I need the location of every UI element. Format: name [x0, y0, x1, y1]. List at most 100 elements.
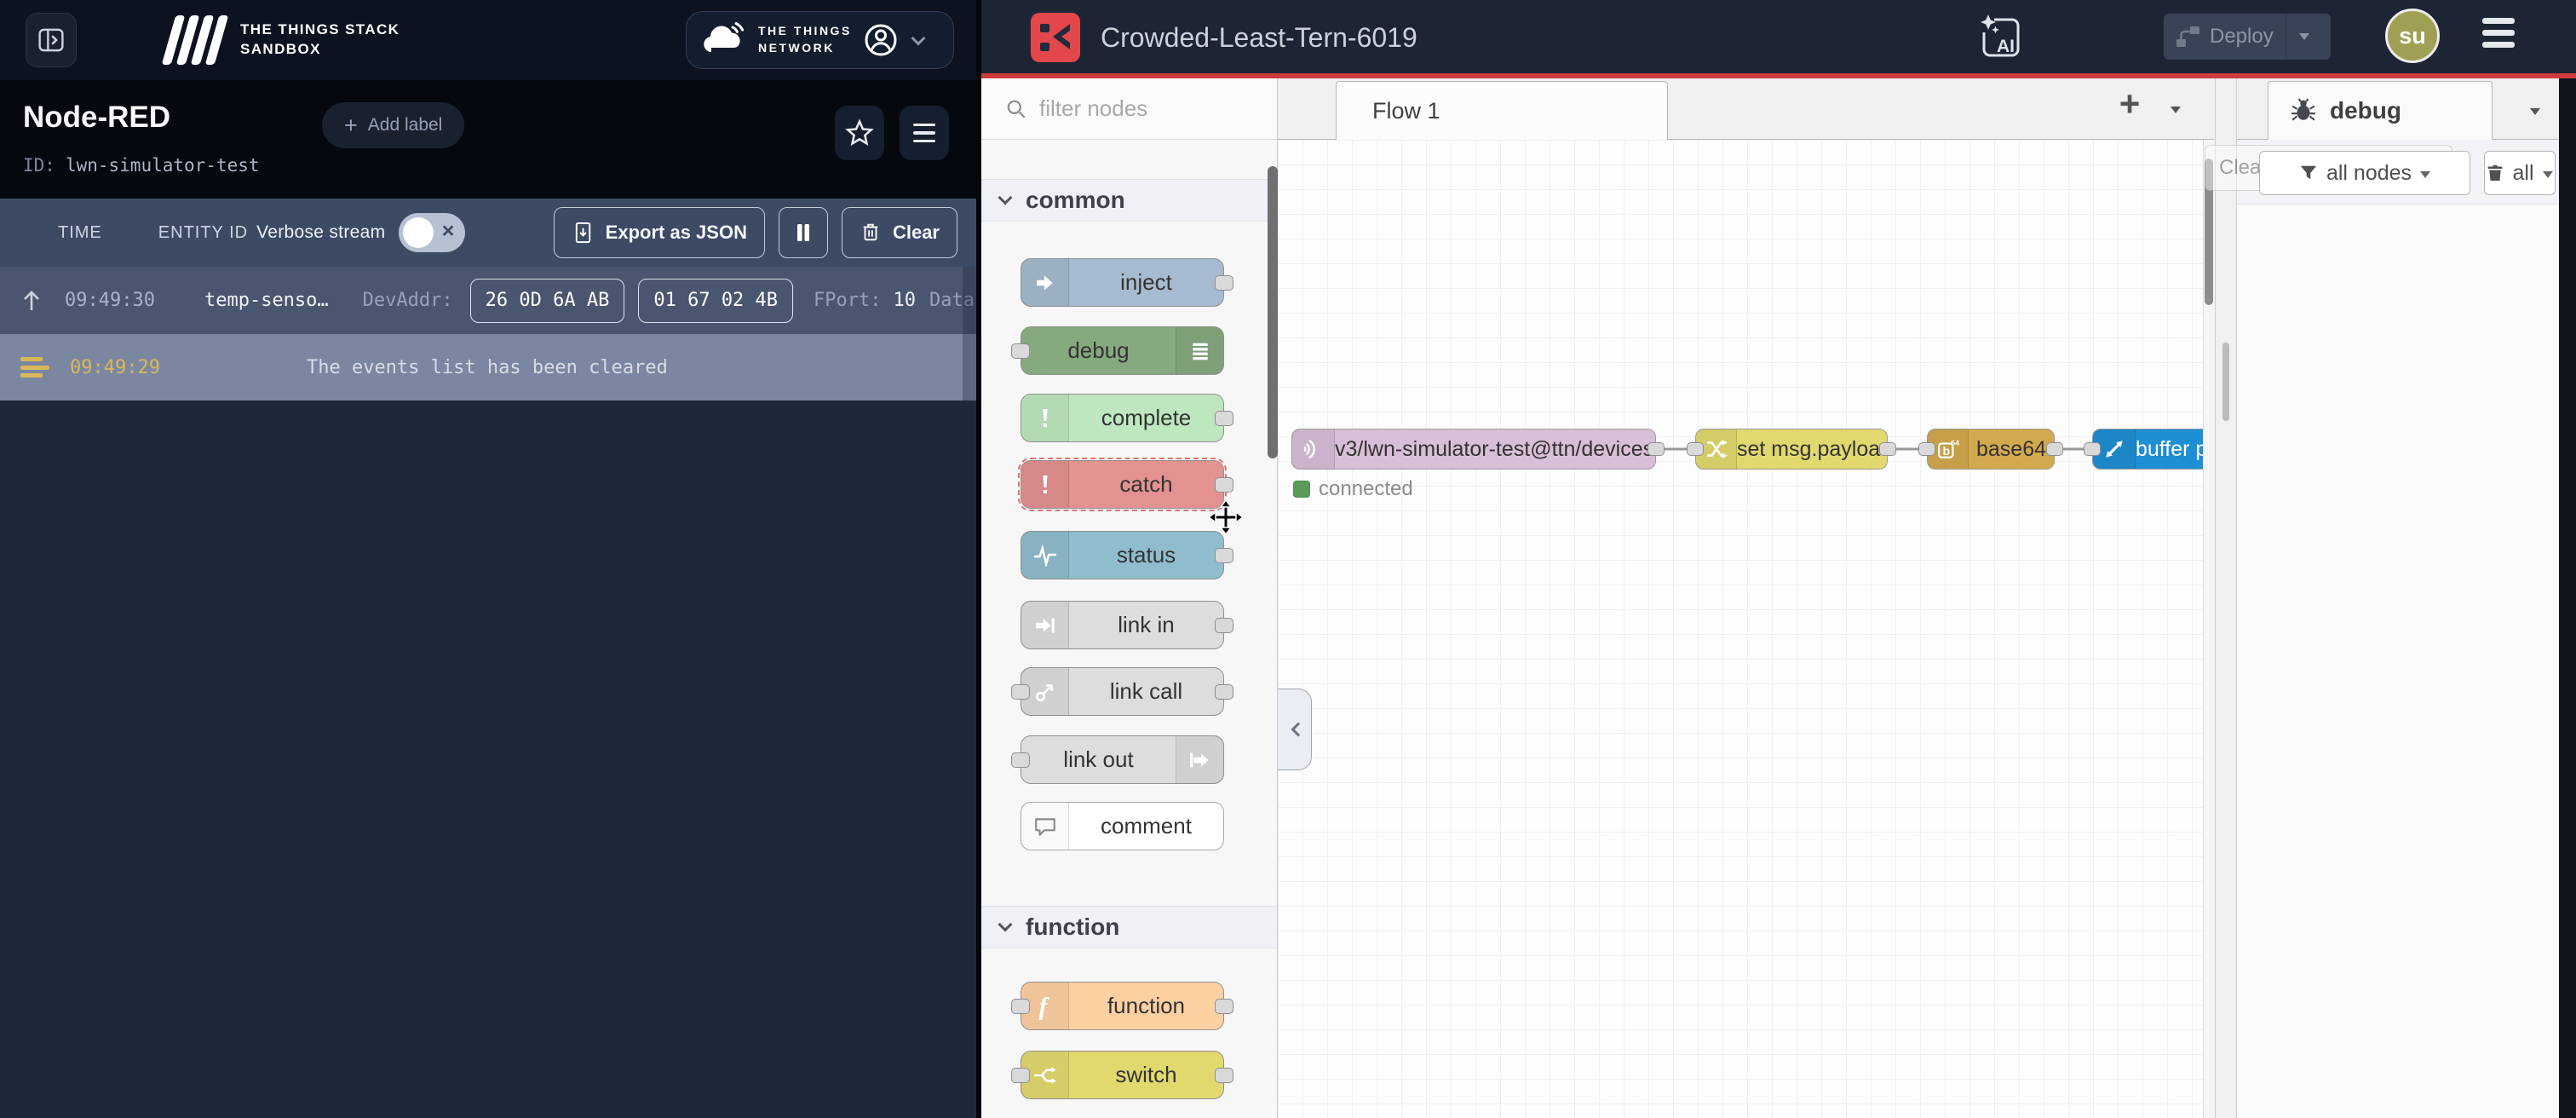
palette-scrollbar[interactable] — [1268, 166, 1278, 458]
devaddr-value[interactable]: 26 0D 6A AB — [470, 279, 625, 323]
tts-header: THE THINGS STACK SANDBOX THE THINGS NETW… — [0, 0, 976, 80]
debug-filter-button[interactable]: all nodes — [2259, 151, 2470, 195]
canvas-node-mqtt-in[interactable]: v3/lwn-simulator-test@ttn/devices/+/up — [1291, 429, 1656, 470]
fport-label: FPort: — [814, 290, 881, 311]
node-red-window: Crowded-Least-Tern-6019 AI Deploy s — [981, 0, 2576, 1118]
palette-node-catch[interactable]: catch — [1021, 460, 1224, 509]
node-red-header: Crowded-Least-Tern-6019 AI Deploy s — [981, 0, 2576, 73]
tab-flow-1[interactable]: Flow 1 — [1336, 81, 1668, 140]
output-port[interactable] — [1215, 1068, 1233, 1083]
ai-assistant-button[interactable]: AI — [1976, 14, 2026, 63]
output-port[interactable] — [2046, 442, 2063, 456]
output-port[interactable] — [1215, 548, 1233, 563]
network-switcher-button[interactable]: THE THINGS NETWORK — [686, 11, 954, 69]
bug-icon — [2291, 98, 2316, 124]
event-stream-toolbar: TIME ENTITY ID Verbose stream × Export a… — [0, 199, 976, 267]
input-port[interactable] — [1011, 1068, 1030, 1083]
caret-down-icon — [2543, 171, 2553, 178]
event-row-cleared[interactable]: 09:49:29 The events list has been cleare… — [0, 334, 976, 401]
canvas-scrollbar-track[interactable] — [2203, 140, 2215, 1118]
export-json-button[interactable]: Export as JSON — [554, 207, 765, 258]
clear-scope-label: all — [2512, 161, 2533, 186]
sidebar-resize-handle[interactable] — [2215, 78, 2237, 1118]
more-actions-button[interactable] — [900, 106, 949, 160]
palette-collapse-handle[interactable] — [1278, 689, 1312, 770]
palette-node-complete[interactable]: complete — [1021, 394, 1224, 442]
brand-line1: THE THINGS STACK — [240, 20, 400, 40]
network-line2: NETWORK — [758, 40, 852, 57]
search-icon — [1005, 98, 1027, 120]
main-menu-button[interactable] — [2482, 18, 2515, 48]
palette-node-link-out[interactable]: link out — [1021, 735, 1224, 784]
bookmark-button[interactable] — [835, 106, 884, 160]
verbose-stream-toggle[interactable]: × — [399, 213, 465, 252]
comment-icon — [1021, 803, 1069, 850]
input-port[interactable] — [1011, 752, 1030, 768]
trash-icon — [2487, 164, 2504, 182]
palette-node-debug[interactable]: debug — [1021, 326, 1224, 375]
palette-node-link-in[interactable]: link in — [1021, 601, 1224, 649]
debug-tab-label: debug — [2330, 97, 2401, 124]
input-port[interactable] — [1011, 684, 1030, 700]
deploy-button[interactable]: Deploy — [2164, 14, 2331, 60]
pause-icon — [792, 221, 814, 245]
svg-text:f: f — [1038, 993, 1049, 1020]
canvas-node-base64[interactable]: b 64 base64 — [1927, 429, 2055, 470]
input-port[interactable] — [1011, 343, 1030, 359]
palette-section-common[interactable]: common — [981, 179, 1277, 222]
debug-clear-button[interactable]: all — [2484, 151, 2556, 195]
resize-grip — [2222, 343, 2229, 421]
output-port[interactable] — [1215, 684, 1233, 700]
output-port[interactable] — [1215, 999, 1233, 1014]
event-row-uplink[interactable]: 09:49:30 temp-senso… DevAddr: 26 0D 6A A… — [0, 267, 976, 334]
event-list-scrollbar[interactable] — [963, 267, 976, 401]
add-label-text: Add label — [368, 115, 443, 135]
palette-node-function[interactable]: f function — [1021, 982, 1224, 1030]
panel-left-icon — [37, 26, 66, 55]
output-port[interactable] — [1647, 442, 1665, 456]
palette-node-inject[interactable]: inject — [1021, 258, 1224, 307]
link-in-icon — [1021, 602, 1069, 648]
event-entity: temp-senso… — [204, 290, 329, 311]
output-port[interactable] — [1215, 618, 1233, 633]
palette-node-status[interactable]: status — [1021, 531, 1224, 579]
menu-icon — [913, 124, 935, 127]
pulse-icon — [1021, 532, 1069, 579]
input-port[interactable] — [1011, 999, 1030, 1014]
deploy-options-button[interactable] — [2286, 33, 2322, 40]
verbose-stream-label: Verbose stream — [256, 222, 385, 243]
add-label-button[interactable]: + Add label — [322, 102, 464, 148]
palette-section-function[interactable]: function — [981, 906, 1277, 948]
input-port[interactable] — [2084, 442, 2101, 456]
filter-nodes-input[interactable] — [1039, 95, 1252, 122]
node-label: link in — [1069, 612, 1223, 638]
input-port[interactable] — [1918, 442, 1935, 456]
column-entity-label: ENTITY ID — [158, 223, 248, 243]
sidebar-toggle-button[interactable] — [26, 13, 77, 67]
user-avatar[interactable]: su — [2385, 9, 2440, 63]
caret-down-icon — [2530, 108, 2540, 115]
tab-debug[interactable]: debug — [2268, 81, 2493, 140]
palette-node-comment[interactable]: comment — [1021, 802, 1224, 850]
flow-list-button[interactable] — [2171, 102, 2181, 118]
flow-canvas[interactable]: v3/lwn-simulator-test@ttn/devices/+/up c… — [1278, 140, 2215, 1118]
palette-node-switch[interactable]: switch — [1021, 1051, 1224, 1099]
canvas-node-buffer-parser[interactable]: buffer parser — [2092, 429, 2215, 470]
output-port[interactable] — [1879, 442, 1896, 456]
deploy-label: Deploy — [2210, 25, 2274, 49]
node-label: status — [1069, 542, 1223, 568]
clear-events-button[interactable]: Clear — [842, 207, 957, 258]
payload-value[interactable]: 01 67 02 4B — [638, 279, 793, 323]
palette-node-link-call[interactable]: link call — [1021, 667, 1224, 716]
mqtt-radio-icon — [1292, 429, 1335, 469]
sidebar-menu-button[interactable] — [2530, 104, 2540, 119]
output-port[interactable] — [1215, 477, 1233, 493]
canvas-node-change[interactable]: set msg.payload — [1695, 429, 1888, 470]
node-label: switch — [1069, 1062, 1223, 1088]
add-flow-button[interactable]: + — [2106, 84, 2153, 124]
node-label: link out — [1021, 746, 1176, 773]
output-port[interactable] — [1215, 275, 1233, 291]
input-port[interactable] — [1687, 442, 1704, 456]
pause-stream-button[interactable] — [779, 207, 828, 258]
output-port[interactable] — [1215, 411, 1233, 426]
